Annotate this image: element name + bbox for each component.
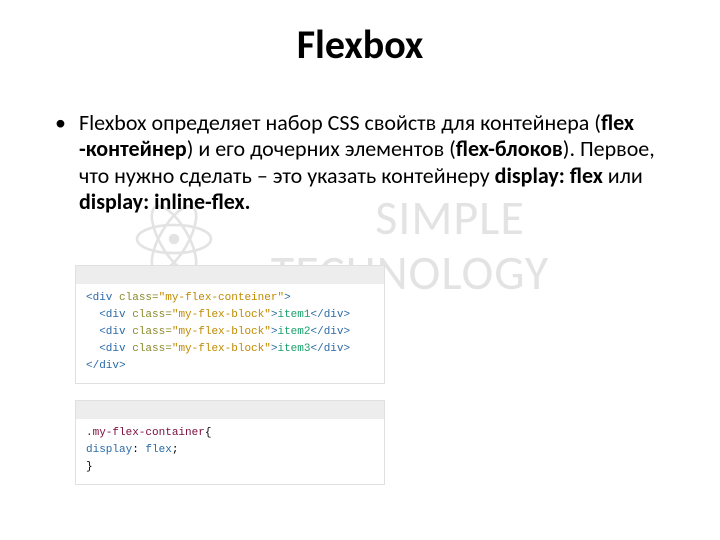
- bullet-text: Flexbox определяет набор CSS свойств для…: [79, 110, 665, 216]
- code-block-css: .my-flex-container{ display: flex; }: [75, 400, 385, 485]
- slide-title: Flexbox: [0, 20, 720, 69]
- code-block-header: [76, 266, 384, 284]
- code-block-html: <div class="my-flex-conteiner"> <div cla…: [75, 265, 385, 384]
- code-html-body: <div class="my-flex-conteiner"> <div cla…: [76, 284, 384, 383]
- body-text: • Flexbox определяет набор CSS свойств д…: [55, 110, 665, 216]
- code-block-header: [76, 401, 384, 419]
- code-css-body: .my-flex-container{ display: flex; }: [76, 419, 384, 484]
- bullet-icon: •: [55, 110, 79, 216]
